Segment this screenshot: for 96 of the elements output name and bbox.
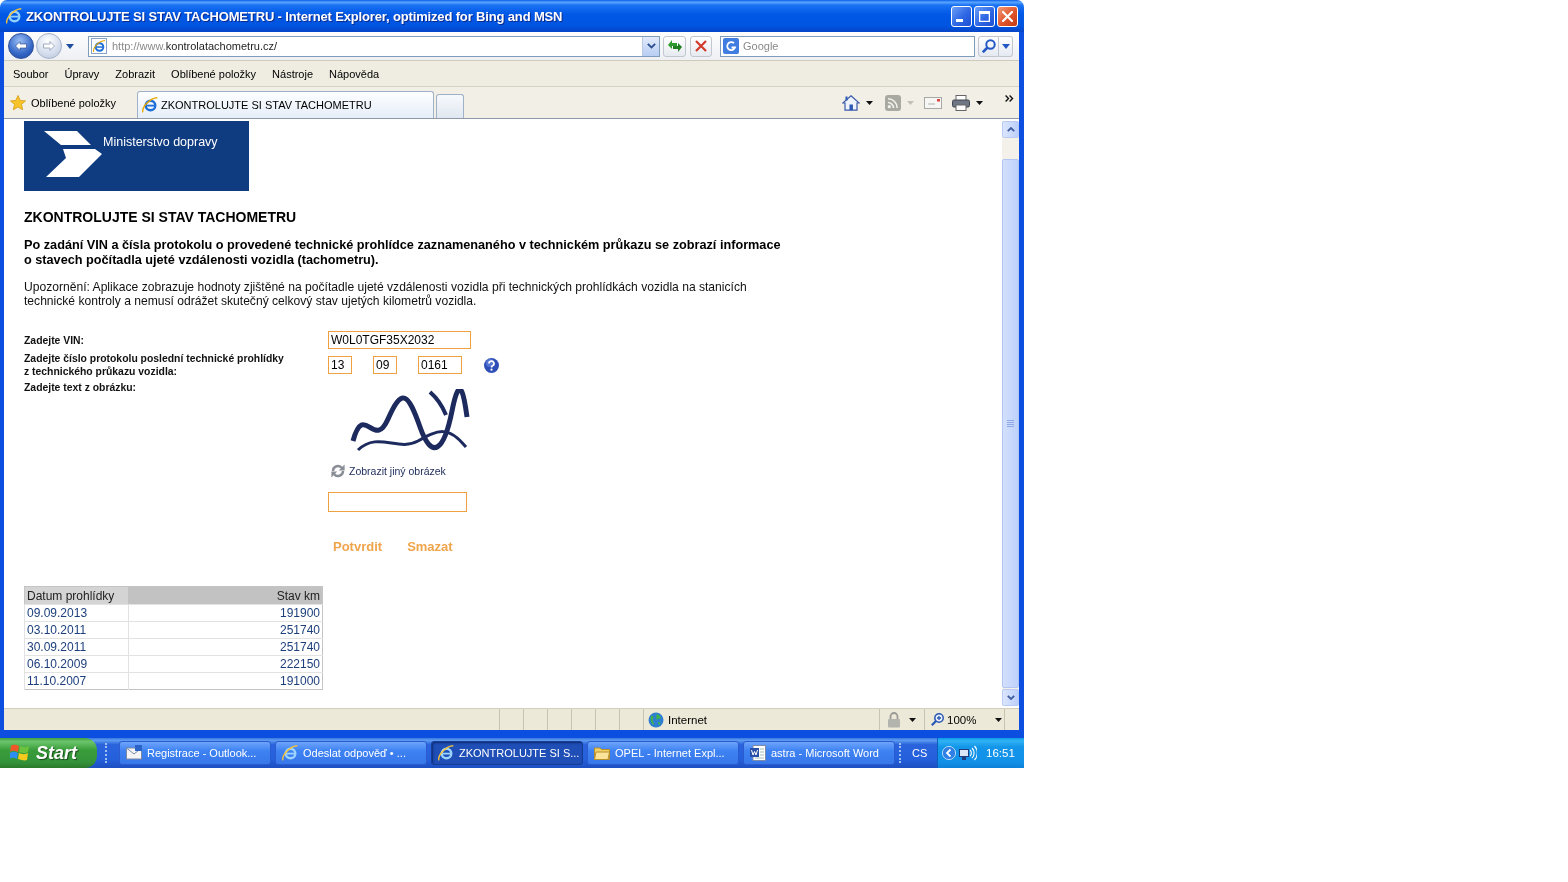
start-button[interactable]: Start [0, 738, 97, 768]
menu-item[interactable]: Nápověda [324, 63, 385, 84]
language-indicator[interactable]: CS [912, 747, 928, 759]
table-cell: 11.10.2007 [24, 672, 128, 690]
home-icon [842, 94, 860, 111]
minimize-icon [956, 18, 963, 22]
window-title: ZKONTROLUJTE SI STAV TACHOMETRU - Internet Explorer, optimized for Bing and MSN [26, 8, 564, 24]
new-image-link[interactable]: Zobrazit jiný obrázek [331, 464, 446, 478]
caret-icon [866, 100, 873, 105]
menu-item[interactable]: Soubor [8, 63, 54, 84]
field-label: Zadejte VIN: [24, 333, 86, 347]
taskbar-button[interactable]: Odeslat odpověď • ... [275, 741, 427, 765]
clock: 16:51 [986, 747, 1015, 759]
globe-icon [648, 711, 664, 728]
captcha-input[interactable] [328, 492, 467, 512]
refresh-arrows-icon [667, 39, 682, 53]
menu-item[interactable]: Úpravy [59, 63, 105, 84]
search-options-button[interactable] [999, 35, 1013, 57]
protocol-number-input[interactable]: 09 [373, 356, 397, 374]
protocol-number-input[interactable]: 13 [328, 356, 352, 374]
column-header: Stav km [128, 586, 323, 605]
notice-text: Upozornění: Aplikace zobrazuje hodnoty zjištěné na počítadle ujeté vzdálenosti vozidla při technických prohlídkách vozidla na stanicích technické kontroly a nemusí odrážet skutečný celkový stav ujetých kilometrů vozidla. [24, 280, 748, 308]
caret-icon [66, 43, 74, 49]
search-button[interactable] [978, 35, 999, 57]
refresh-button[interactable] [663, 35, 686, 57]
caret-icon [1001, 43, 1010, 49]
caret-icon [995, 717, 1003, 722]
close-icon [1002, 10, 1013, 22]
envelope-icon [924, 96, 942, 109]
right-arrow-icon [43, 41, 55, 51]
browser-logo-icon [142, 97, 158, 113]
stop-button[interactable] [690, 35, 712, 57]
column-header: Datum prohlídky [24, 586, 128, 605]
double-chevron-icon [1005, 95, 1014, 102]
menu-item[interactable]: Nástroje [267, 63, 319, 84]
x-icon [695, 40, 707, 52]
zoom-button[interactable]: 100% [929, 710, 1005, 729]
field-label: Zadejte text z obrázku: [24, 381, 137, 394]
minimize-button[interactable] [951, 5, 972, 27]
windows-flag-icon [10, 744, 30, 762]
maximize-icon [979, 10, 990, 22]
security-zone-label: Internet [668, 713, 707, 726]
intro-text: Po zadání VIN a čísla protokolu o provedené technické prohlídce zaznamenaného v technickém průkazu se zobrazí informace o stavech počítadla ujeté vzdálenosti vozidla (tachometru). [24, 238, 782, 268]
folder-icon [594, 745, 610, 761]
table-cell: 222150 [128, 655, 323, 673]
table-cell: 191900 [128, 604, 323, 622]
caret-icon [907, 100, 914, 105]
grip-icon [1007, 419, 1014, 428]
printer-icon [952, 94, 970, 111]
close-button[interactable] [997, 5, 1018, 27]
favorites-button[interactable]: Oblíbené položky [6, 90, 120, 115]
network-icon[interactable] [959, 745, 977, 761]
page-heading: ZKONTROLUJTE SI STAV TACHOMETRU [24, 209, 298, 225]
browser-tab[interactable]: ZKONTROLUJTE SI STAV TACHOMETRU [137, 91, 434, 118]
taskbar-button[interactable]: ZKONTROLUJTE SI S... [431, 741, 583, 765]
rss-icon [885, 94, 901, 111]
help-icon[interactable] [484, 357, 499, 373]
menu-item[interactable]: Zobrazit [110, 63, 161, 84]
logo-text: Ministerstvo dopravy [103, 135, 218, 149]
taskbar-button[interactable]: astra - Microsoft Word [743, 741, 895, 765]
padlock-icon [886, 711, 902, 728]
menu-item[interactable]: Oblíbené položky [166, 63, 262, 84]
vin-input[interactable]: W0L0TGF35X2032 [328, 331, 471, 349]
table-cell: 03.10.2011 [24, 621, 128, 639]
maximize-button[interactable] [974, 5, 995, 27]
browser-logo-icon [282, 745, 298, 761]
envelope-icon [126, 745, 142, 761]
document-icon [750, 745, 766, 761]
scroll-down-button[interactable] [1002, 689, 1019, 706]
table-cell: 251740 [128, 621, 323, 639]
caret-icon [909, 717, 916, 722]
table-cell: 251740 [128, 638, 323, 656]
arrow-logo-icon [44, 131, 102, 177]
left-arrow-icon [15, 41, 27, 51]
table-cell: 09.09.2013 [24, 604, 128, 622]
caret-icon [976, 100, 983, 105]
scroll-up-button[interactable] [1002, 121, 1019, 138]
table-cell: 06.10.2009 [24, 655, 128, 673]
table-cell: 191000 [128, 672, 323, 690]
zoom-in-icon [931, 713, 944, 726]
page-icon [91, 38, 107, 54]
star-icon [10, 94, 26, 111]
back-button[interactable] [8, 33, 34, 59]
address-field[interactable]: http://www.kontrolatachometru.cz/ [88, 35, 660, 57]
chevron-down-icon [646, 43, 656, 49]
table-cell: 30.09.2011 [24, 638, 128, 656]
taskbar-button[interactable]: Registrace - Outlook... [119, 741, 271, 765]
browser-logo-icon [6, 8, 22, 24]
search-icon [981, 39, 996, 53]
search-field[interactable]: Google [720, 35, 975, 57]
protocol-number-input[interactable]: 0161 [418, 356, 462, 374]
refresh-icon [331, 464, 345, 478]
taskbar-button[interactable]: OPEL - Internet Expl... [587, 741, 739, 765]
browser-logo-icon [438, 745, 454, 761]
field-label: Zadejte číslo protokolu poslední technické prohlídky z technického průkazu vozidla: [24, 352, 285, 378]
address-dropdown-button[interactable] [642, 36, 659, 56]
